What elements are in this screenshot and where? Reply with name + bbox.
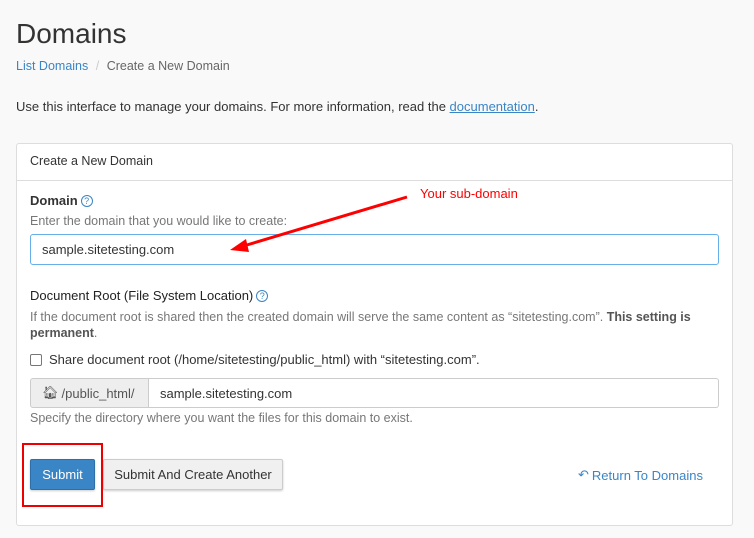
arrow-shaft bbox=[239, 195, 408, 249]
annotation-arrow bbox=[230, 195, 408, 252]
arrow-head bbox=[230, 239, 249, 252]
